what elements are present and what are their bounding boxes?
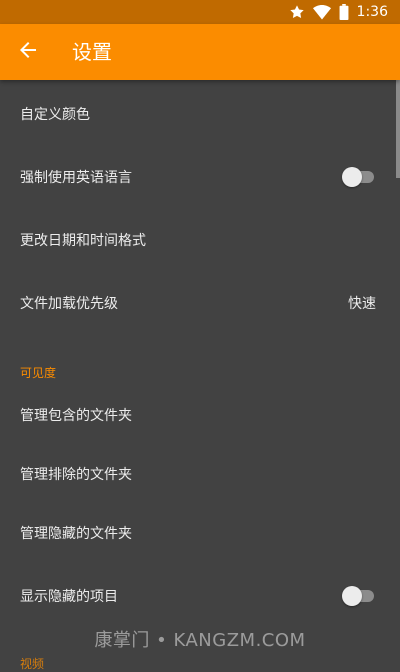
date-time-format-item[interactable]: 更改日期和时间格式 (0, 208, 396, 271)
wifi-icon (312, 4, 331, 20)
settings-list: 自定义颜色 强制使用英语语言 更改日期和时间格式 文件加载优先级 快速 可见度 … (0, 80, 400, 661)
show-hidden-items-switch[interactable] (342, 585, 376, 606)
force-english-label: 强制使用英语语言 (20, 169, 132, 186)
force-english-item[interactable]: 强制使用英语语言 (0, 145, 396, 208)
show-hidden-items-item[interactable]: 显示隐藏的项目 (0, 564, 396, 627)
status-icons: 1:36 (289, 0, 388, 24)
switch-thumb (342, 166, 362, 187)
file-loading-priority-item[interactable]: 文件加载优先级 快速 (0, 271, 396, 334)
show-hidden-items-label: 显示隐藏的项目 (20, 588, 118, 605)
included-folders-label: 管理包含的文件夹 (20, 407, 132, 424)
hidden-folders-item[interactable]: 管理隐藏的文件夹 (0, 501, 396, 564)
excluded-folders-item[interactable]: 管理排除的文件夹 (0, 442, 396, 505)
included-folders-item[interactable]: 管理包含的文件夹 (0, 383, 396, 446)
custom-colors-item[interactable]: 自定义颜色 (0, 82, 396, 145)
file-loading-priority-value: 快速 (348, 295, 376, 312)
force-english-switch[interactable] (342, 166, 376, 187)
status-bar: 1:36 (0, 0, 400, 24)
switch-thumb (342, 585, 362, 606)
file-loading-priority-label: 文件加载优先级 (20, 295, 118, 312)
hidden-folders-label: 管理隐藏的文件夹 (20, 525, 132, 542)
battery-icon (339, 4, 349, 20)
custom-colors-label: 自定义颜色 (20, 106, 90, 123)
star-icon (289, 4, 305, 20)
visibility-section-header: 可见度 (20, 366, 57, 380)
date-time-format-label: 更改日期和时间格式 (20, 232, 146, 249)
excluded-folders-label: 管理排除的文件夹 (20, 466, 132, 483)
app-bar: 设置 (0, 24, 400, 80)
page-title: 设置 (72, 40, 112, 64)
back-button[interactable] (14, 38, 42, 66)
status-time: 1:36 (356, 4, 388, 20)
arrow-left-icon (16, 38, 40, 66)
watermark: 康掌门 • KANGZM.COM (94, 630, 306, 651)
video-section-header: 视频 (20, 657, 45, 671)
